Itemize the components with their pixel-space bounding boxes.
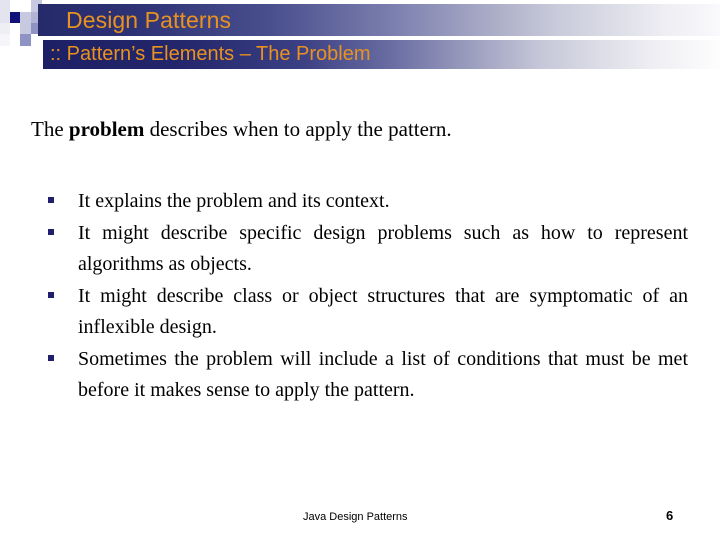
decorative-square [0,0,10,12]
bullet-text: It might describe class or object struct… [78,284,688,339]
bullet-square-icon [48,186,78,203]
page-number: 6 [666,508,674,523]
page-title: Design Patterns [66,7,232,33]
bullet-item: It explains the problem and its context. [48,186,688,218]
footer-label: Java Design Patterns [303,511,408,523]
decorative-square [20,23,31,34]
decorative-square [20,34,31,46]
bullet-square-icon [48,281,78,298]
intro-text-before: The [31,117,69,141]
bullet-text: It might describe specific design proble… [78,221,688,276]
decorative-square [10,34,20,46]
decorative-square [20,12,31,23]
bullet-item: It might describe class or object struct… [48,281,688,344]
decorative-square [0,23,10,34]
decorative-square [0,12,10,23]
bullet-list: It explains the problem and its context.… [48,186,688,407]
intro-emphasis: problem [68,117,145,141]
bullet-square-icon [48,344,78,361]
slide-header: Design Patterns :: Pattern’s Elements – … [0,0,720,72]
decorative-square [0,34,10,46]
subtitle-bar: :: Pattern’s Elements – The Problem [43,40,720,69]
decorative-square [10,23,20,34]
decorative-square [10,0,20,12]
intro-sentence: The problem describes when to apply the … [31,116,691,143]
decorative-square [10,12,20,23]
bullet-item: Sometimes the problem will include a lis… [48,344,688,407]
page-subtitle: :: Pattern’s Elements – The Problem [50,43,371,65]
bullet-item: It might describe specific design proble… [48,218,688,281]
bullet-text: Sometimes the problem will include a lis… [78,347,688,402]
title-bar: Design Patterns [38,4,720,36]
bullet-square-icon [48,218,78,235]
intro-text-after: describes when to apply the pattern. [144,117,452,141]
decorative-square [20,0,31,12]
slide-canvas: Design Patterns :: Pattern’s Elements – … [0,0,720,540]
bullet-text: It explains the problem and its context. [78,190,390,212]
